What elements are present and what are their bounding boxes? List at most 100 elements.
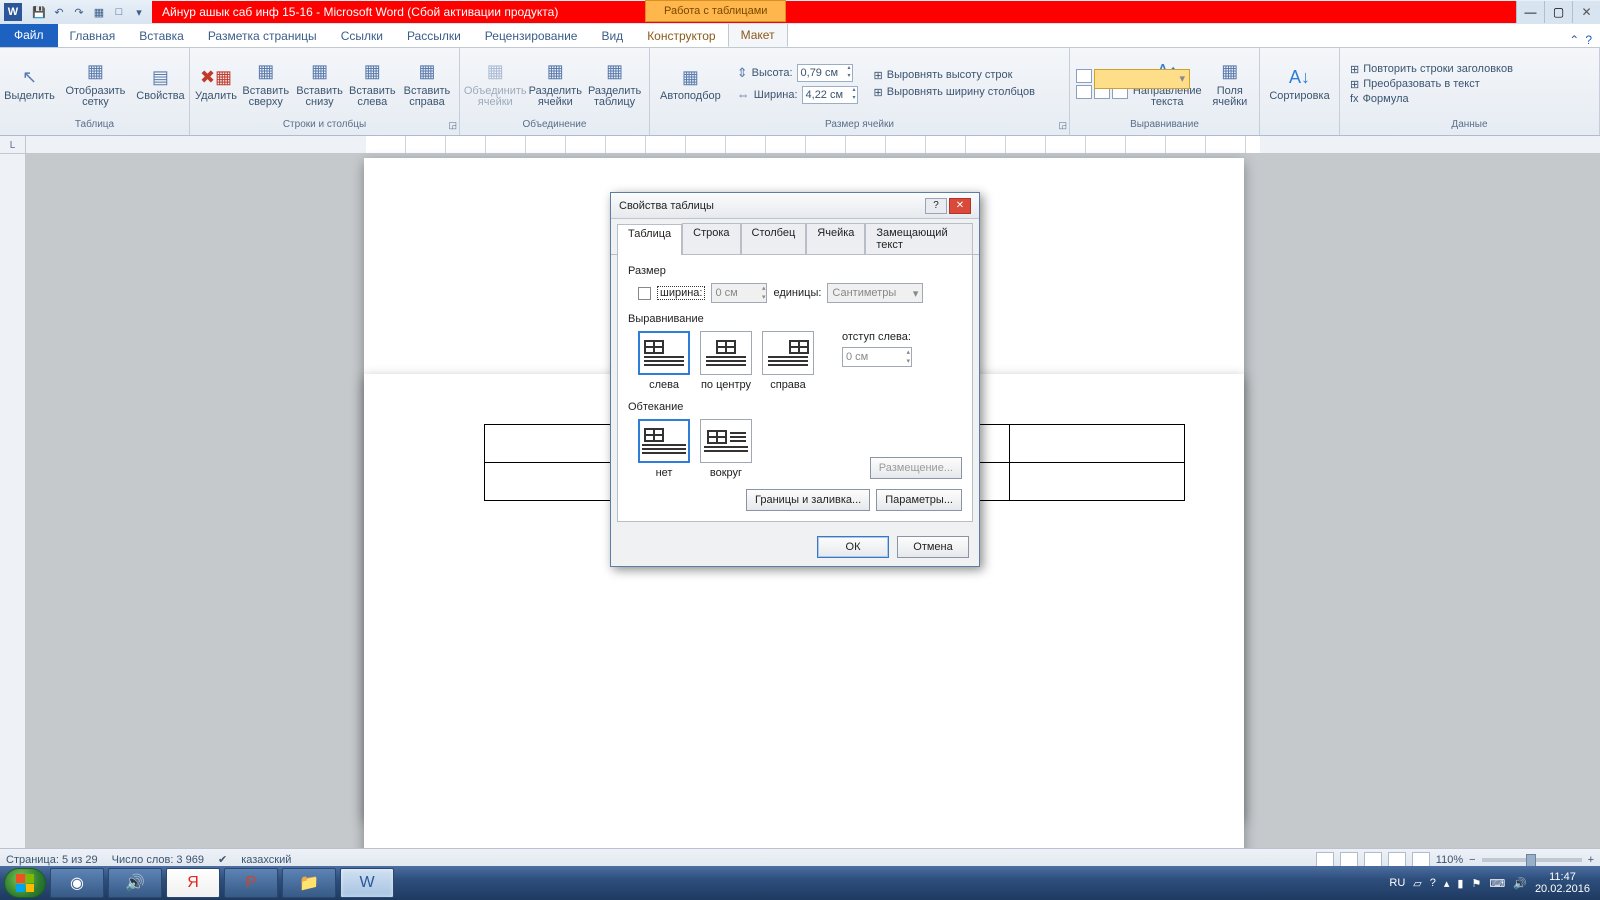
tray-language[interactable]: RU bbox=[1389, 877, 1405, 889]
insert-row-below-icon: ▦ bbox=[308, 60, 332, 84]
select-button[interactable]: ↖Выделить bbox=[6, 63, 53, 104]
tray-action-icon[interactable]: ⚑ bbox=[1471, 877, 1481, 890]
save-icon[interactable]: 💾 bbox=[30, 3, 48, 21]
align-center-option[interactable] bbox=[700, 331, 752, 375]
qat-item-icon[interactable]: □ bbox=[110, 3, 128, 21]
delete-button[interactable]: ✖▦Удалить bbox=[196, 63, 236, 104]
cancel-button[interactable]: Отмена bbox=[897, 536, 969, 558]
formula-button[interactable]: fxФормула bbox=[1350, 93, 1513, 105]
tray-clock[interactable]: 11:4720.02.2016 bbox=[1535, 871, 1590, 895]
dialog-tab-table[interactable]: Таблица bbox=[617, 224, 682, 255]
close-button[interactable]: ✕ bbox=[1572, 1, 1600, 23]
group-label: Таблица bbox=[0, 119, 189, 135]
distribute-cols-button[interactable]: ⊞Выровнять ширину столбцов bbox=[874, 86, 1035, 99]
insert-right-button[interactable]: ▦Вставить справа bbox=[401, 58, 453, 110]
status-language[interactable]: казахский bbox=[241, 854, 291, 866]
help-icon[interactable]: ? bbox=[1585, 33, 1592, 47]
taskbar-volume[interactable]: 🔊 bbox=[108, 868, 162, 898]
tab-selector-icon[interactable]: L bbox=[0, 136, 26, 154]
tab-insert[interactable]: Вставка bbox=[127, 25, 196, 47]
insert-below-button[interactable]: ▦Вставить снизу bbox=[295, 58, 343, 110]
horizontal-ruler[interactable] bbox=[366, 136, 1260, 153]
maximize-button[interactable]: ▢ bbox=[1544, 1, 1572, 23]
distribute-rows-button[interactable]: ⊞Выровнять высоту строк bbox=[874, 69, 1035, 82]
positioning-button: Размещение... bbox=[870, 457, 962, 479]
zoom-out-icon[interactable]: − bbox=[1469, 854, 1475, 866]
autofit-icon: ▦ bbox=[678, 65, 702, 89]
status-word-count[interactable]: Число слов: 3 969 bbox=[112, 854, 204, 866]
wrap-none-option[interactable] bbox=[638, 419, 690, 463]
status-page[interactable]: Страница: 5 из 29 bbox=[6, 854, 98, 866]
start-button[interactable] bbox=[4, 868, 46, 898]
tab-review[interactable]: Рецензирование bbox=[473, 25, 590, 47]
split-cells-button[interactable]: ▦Разделить ячейки bbox=[528, 58, 582, 110]
sort-button[interactable]: A↓Сортировка bbox=[1266, 63, 1333, 104]
dialog-launcher-icon[interactable]: ◲ bbox=[448, 120, 457, 131]
options-button[interactable]: Параметры... bbox=[876, 489, 962, 511]
minimize-ribbon-icon[interactable]: ⌃ bbox=[1569, 33, 1579, 47]
tray-network-icon[interactable]: ▮ bbox=[1457, 877, 1463, 890]
tab-design[interactable]: Конструктор bbox=[635, 25, 727, 47]
borders-shading-button[interactable]: Границы и заливка... bbox=[746, 489, 870, 511]
ruler-row: L bbox=[0, 136, 1600, 154]
proofing-icon[interactable]: ✔ bbox=[218, 853, 227, 866]
taskbar-explorer[interactable]: 📁 bbox=[282, 868, 336, 898]
zoom-in-icon[interactable]: + bbox=[1588, 854, 1594, 866]
tab-table-layout[interactable]: Макет bbox=[728, 23, 788, 47]
ok-button[interactable]: ОК bbox=[817, 536, 889, 558]
dialog-tab-alt-text[interactable]: Замещающий текст bbox=[865, 223, 973, 254]
repeat-header-button[interactable]: ⊞Повторить строки заголовков bbox=[1350, 63, 1513, 76]
dialog-close-button[interactable]: ✕ bbox=[949, 198, 971, 214]
taskbar-word[interactable]: W bbox=[340, 868, 394, 898]
group-label: Размер ячейки◲ bbox=[650, 119, 1069, 135]
cell-margins-button[interactable]: ▦Поля ячейки bbox=[1207, 58, 1253, 110]
align-right-option[interactable] bbox=[762, 331, 814, 375]
undo-icon[interactable]: ↶ bbox=[50, 3, 68, 21]
qat-dropdown-icon[interactable]: ▾ bbox=[130, 3, 148, 21]
tab-references[interactable]: Ссылки bbox=[329, 25, 395, 47]
vertical-ruler[interactable] bbox=[0, 154, 26, 864]
grid-icon: ▦ bbox=[83, 60, 107, 84]
tray-keyboard-icon[interactable]: ⌨ bbox=[1489, 877, 1505, 890]
wrap-around-option[interactable] bbox=[700, 419, 752, 463]
minimize-button[interactable]: — bbox=[1516, 1, 1544, 23]
zoom-level[interactable]: 110% bbox=[1436, 854, 1463, 866]
taskbar-powerpoint[interactable]: P bbox=[224, 868, 278, 898]
dialog-help-button[interactable]: ? bbox=[925, 198, 947, 214]
autofit-button[interactable]: ▦Автоподбор bbox=[656, 63, 725, 104]
view-gridlines-button[interactable]: ▦Отобразить сетку bbox=[57, 58, 134, 110]
dialog-titlebar[interactable]: Свойства таблицы ? ✕ bbox=[611, 193, 979, 219]
zoom-slider[interactable] bbox=[1482, 858, 1582, 862]
tray-volume-icon[interactable]: 🔊 bbox=[1513, 877, 1527, 890]
tab-view[interactable]: Вид bbox=[589, 25, 635, 47]
dialog-tab-row[interactable]: Строка bbox=[682, 223, 740, 254]
alignment-grid[interactable] bbox=[1076, 69, 1128, 99]
tray-flag-icon[interactable]: ▱ bbox=[1413, 877, 1421, 890]
align-right-label: справа bbox=[770, 379, 806, 391]
tray-chevron-up-icon[interactable]: ▴ bbox=[1444, 877, 1450, 890]
align-left-option[interactable] bbox=[638, 331, 690, 375]
tab-mailings[interactable]: Рассылки bbox=[395, 25, 473, 47]
redo-icon[interactable]: ↷ bbox=[70, 3, 88, 21]
insert-col-right-icon: ▦ bbox=[415, 60, 439, 84]
dialog-tab-column[interactable]: Столбец bbox=[741, 223, 807, 254]
dialog-launcher-icon[interactable]: ◲ bbox=[1058, 120, 1067, 131]
tab-page-layout[interactable]: Разметка страницы bbox=[196, 25, 329, 47]
properties-button[interactable]: ▤Свойства bbox=[138, 63, 183, 104]
tab-file[interactable]: Файл bbox=[0, 23, 58, 47]
height-input[interactable]: 0,79 см bbox=[797, 64, 853, 82]
convert-to-text-button[interactable]: ⊞Преобразовать в текст bbox=[1350, 78, 1513, 91]
width-input[interactable]: 4,22 см bbox=[802, 86, 858, 104]
tray-help-icon[interactable]: ? bbox=[1430, 877, 1436, 889]
split-table-button[interactable]: ▦Разделить таблицу bbox=[586, 58, 643, 110]
dialog-tab-cell[interactable]: Ячейка bbox=[806, 223, 865, 254]
insert-left-button[interactable]: ▦Вставить слева bbox=[348, 58, 397, 110]
indent-input[interactable]: 0 см bbox=[842, 347, 912, 367]
insert-above-button[interactable]: ▦Вставить сверху bbox=[240, 58, 291, 110]
width-checkbox[interactable] bbox=[638, 287, 651, 300]
tab-home[interactable]: Главная bbox=[58, 25, 128, 47]
qat-item-icon[interactable]: ▦ bbox=[90, 3, 108, 21]
taskbar-yandex[interactable]: Я bbox=[166, 868, 220, 898]
taskbar-chrome[interactable]: ◉ bbox=[50, 868, 104, 898]
title-bar: W 💾 ↶ ↷ ▦ □ ▾ Айнур ашык саб инф 15-16 -… bbox=[0, 0, 1600, 24]
